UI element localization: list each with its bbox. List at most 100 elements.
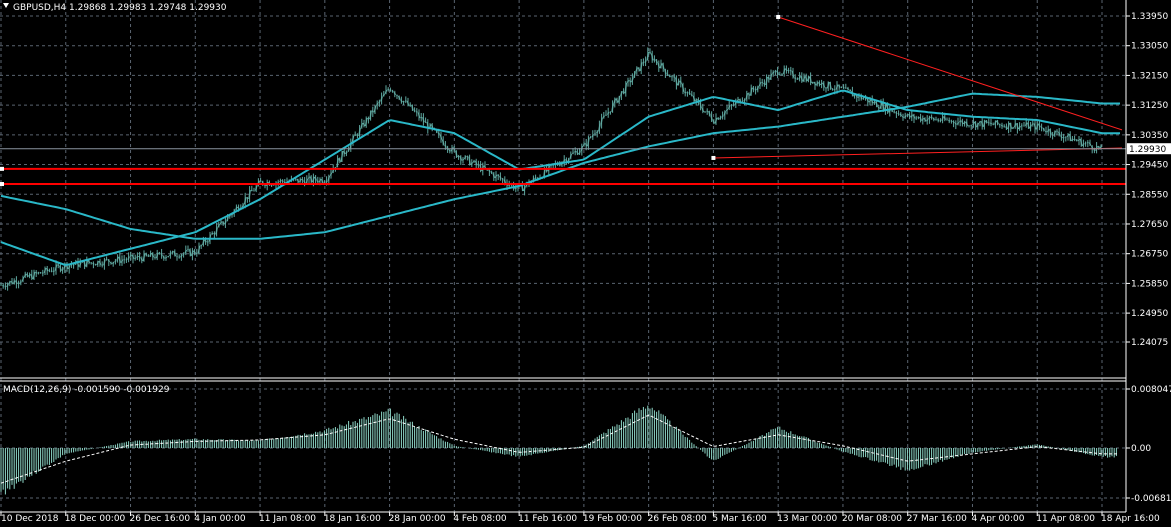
candle-body bbox=[671, 75, 673, 78]
candle-body bbox=[420, 116, 423, 119]
trendline-anchor[interactable] bbox=[776, 14, 781, 19]
time-tick-label: 19 Feb 00:00 bbox=[583, 514, 642, 524]
candle-body bbox=[367, 117, 370, 120]
candle-body bbox=[178, 256, 181, 259]
candle-body bbox=[387, 88, 390, 91]
candle-body bbox=[389, 88, 392, 92]
time-tick-label: 27 Mar 16:00 bbox=[907, 514, 967, 524]
candle-body bbox=[250, 189, 253, 192]
current-price-badge: 1.29930 bbox=[1127, 143, 1171, 155]
candle-body bbox=[1011, 126, 1015, 130]
candle-body bbox=[989, 122, 993, 125]
current-price-badge-label: 1.29930 bbox=[1129, 145, 1166, 155]
candle-body bbox=[187, 248, 189, 251]
candle-body bbox=[717, 117, 720, 120]
price-tick-label: 1.32150 bbox=[1131, 71, 1168, 81]
candle-body bbox=[959, 120, 962, 123]
candle-body bbox=[796, 78, 799, 81]
time-tick-label: 11 Jan 08:00 bbox=[259, 514, 316, 524]
candle-body bbox=[147, 255, 150, 258]
candle-body bbox=[182, 252, 185, 256]
candle-body bbox=[684, 91, 687, 94]
candle-body bbox=[787, 69, 790, 72]
candle-body bbox=[395, 94, 399, 97]
price-tick-label: 1.24075 bbox=[1131, 338, 1168, 348]
candle-body bbox=[195, 252, 198, 255]
candle-body bbox=[1040, 126, 1043, 129]
candle-body bbox=[873, 101, 876, 104]
time-tick-label: 28 Jan 00:00 bbox=[389, 514, 446, 524]
candle-body bbox=[19, 280, 22, 284]
candle-body bbox=[754, 88, 757, 91]
price-tick-label: 1.24950 bbox=[1131, 309, 1168, 319]
candle-body bbox=[1055, 130, 1059, 133]
candle-body bbox=[448, 149, 451, 152]
candle-body bbox=[593, 132, 597, 135]
candle-body bbox=[1075, 139, 1078, 142]
candle-body bbox=[279, 179, 282, 183]
candle-body bbox=[200, 244, 203, 247]
candle-body bbox=[206, 241, 209, 243]
symbol-info: GBPUSD,H4 1.29868 1.29983 1.29748 1.2993… bbox=[13, 3, 227, 13]
candle-body bbox=[571, 152, 575, 155]
candle-body bbox=[477, 163, 480, 166]
candle-body bbox=[842, 86, 845, 89]
candle-body bbox=[461, 158, 465, 161]
time-tick-label: 4 Apr 00:00 bbox=[971, 514, 1024, 524]
candle-body bbox=[774, 70, 777, 73]
time-tick-label: 11 Apr 08:00 bbox=[1036, 514, 1095, 524]
candle-body bbox=[824, 86, 828, 89]
candle-body bbox=[1093, 148, 1096, 152]
candle-body bbox=[789, 69, 792, 72]
candle-body bbox=[1000, 124, 1004, 127]
candle-body bbox=[849, 89, 852, 92]
candle-body bbox=[794, 76, 797, 80]
candle-body bbox=[497, 174, 500, 177]
candle-body bbox=[472, 160, 476, 163]
time-tick-label: 4 Feb 08:00 bbox=[453, 514, 507, 524]
time-tick-label: 18 Apr 16:00 bbox=[1101, 514, 1160, 524]
candle-body bbox=[761, 81, 764, 84]
candle-body bbox=[490, 171, 493, 174]
candle-body bbox=[877, 106, 880, 110]
time-tick-label: 26 Feb 08:00 bbox=[648, 514, 707, 524]
candle-body bbox=[721, 115, 724, 118]
candle-body bbox=[4, 285, 7, 288]
trendline-anchor[interactable] bbox=[711, 155, 716, 160]
candle-body bbox=[915, 117, 918, 119]
chart-canvas[interactable]: 1.33950 1.33050 1.32150 1.31250 1.30350 1.294… bbox=[0, 0, 1171, 527]
candle-body bbox=[413, 109, 416, 112]
candle-body bbox=[1031, 122, 1034, 126]
candle-body bbox=[1086, 141, 1089, 144]
time-tick-label: 20 Mar 08:00 bbox=[842, 514, 902, 524]
macd-tick-label: -0.006819 bbox=[1131, 494, 1171, 504]
price-tick-label: 1.25850 bbox=[1131, 279, 1168, 289]
horizontal-level-anchor[interactable] bbox=[0, 166, 4, 171]
price-tick-label: 1.33950 bbox=[1131, 12, 1168, 22]
candle-body bbox=[811, 81, 814, 84]
candle-body bbox=[1044, 130, 1048, 133]
candle-body bbox=[402, 100, 405, 103]
time-tick-label: 13 Mar 00:00 bbox=[777, 514, 837, 524]
horizontal-level-anchor[interactable] bbox=[0, 182, 4, 187]
candle-body bbox=[673, 75, 676, 79]
price-tick-label: 1.29450 bbox=[1131, 161, 1168, 171]
candle-body bbox=[844, 87, 847, 90]
candle-body bbox=[57, 264, 60, 267]
candle-body bbox=[605, 114, 607, 117]
candle-body bbox=[937, 118, 940, 122]
candle-body bbox=[52, 270, 55, 273]
price-tick-label: 1.33050 bbox=[1131, 42, 1168, 52]
price-tick-label: 1.30350 bbox=[1131, 131, 1168, 141]
candle-body bbox=[391, 90, 394, 93]
candle-body bbox=[301, 178, 304, 181]
candle-body bbox=[917, 116, 920, 119]
candle-body bbox=[906, 113, 909, 117]
candle-body bbox=[558, 164, 561, 167]
candle-body bbox=[136, 255, 139, 259]
price-tick-label: 1.31250 bbox=[1131, 101, 1168, 111]
price-tick-label: 1.27650 bbox=[1131, 220, 1168, 230]
candle-body bbox=[409, 104, 412, 107]
time-tick-label: 5 Mar 16:00 bbox=[712, 514, 767, 524]
candle-body bbox=[171, 250, 174, 254]
